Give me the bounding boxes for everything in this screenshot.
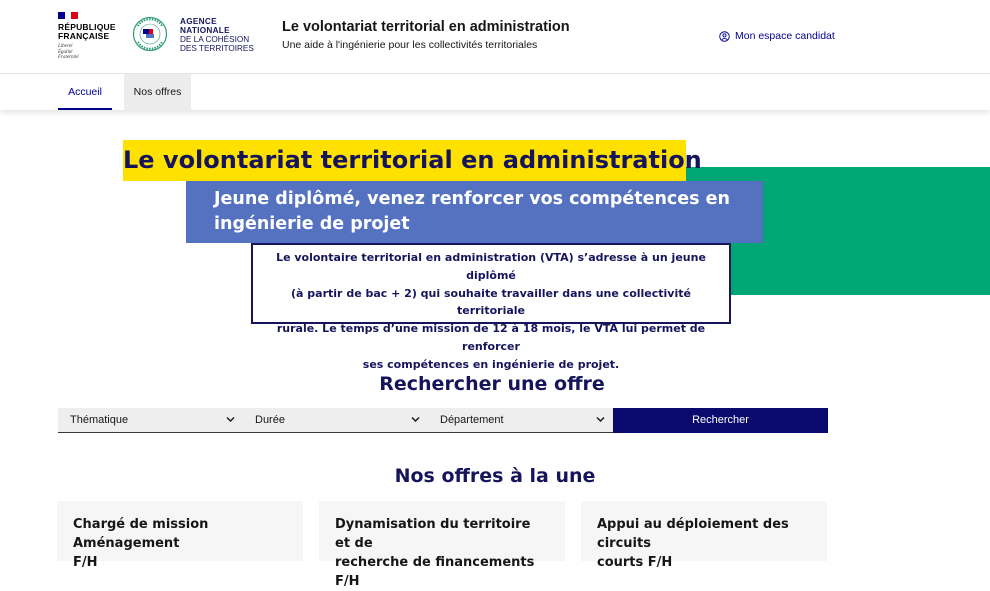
nav-item-nos-offres[interactable]: Nos offres bbox=[124, 74, 191, 110]
search-title: Rechercher une offre bbox=[379, 373, 605, 395]
main-nav: Accueil Nos offres bbox=[0, 73, 990, 110]
offer-card[interactable]: Dynamisation du territoire et de recherc… bbox=[319, 501, 565, 589]
nav-item-accueil[interactable]: Accueil bbox=[58, 74, 112, 110]
chevron-down-icon bbox=[596, 417, 605, 422]
account-link[interactable]: Mon espace candidat bbox=[719, 30, 835, 42]
duration-select[interactable]: Durée bbox=[243, 408, 428, 433]
chevron-down-icon bbox=[226, 417, 235, 422]
chevron-down-icon bbox=[411, 417, 420, 422]
offer-card[interactable]: Appui au déploiement des circuits courts… bbox=[581, 501, 827, 570]
republique-francaise-logo[interactable]: RÉPUBLIQUE FRANÇAISE Liberté Égalité Fra… bbox=[58, 12, 116, 61]
site-header: RÉPUBLIQUE FRANÇAISE Liberté Égalité Fra… bbox=[0, 0, 990, 73]
hero-description: Le volontaire territorial en administrat… bbox=[251, 243, 731, 371]
rf-name: RÉPUBLIQUE FRANÇAISE bbox=[58, 22, 116, 41]
search-button[interactable]: Rechercher bbox=[613, 408, 828, 433]
hero-subtitle: Jeune diplômé, venez renforcer vos compé… bbox=[186, 181, 763, 243]
theme-select[interactable]: Thématique bbox=[58, 408, 243, 433]
site-tagline: Une aide à l'ingénierie pour les collect… bbox=[282, 39, 538, 51]
account-label: Mon espace candidat bbox=[735, 30, 835, 42]
anct-logo-text: AGENCE NATIONALE DE LA COHÉSION DES TERR… bbox=[180, 17, 254, 53]
hero-title: Le volontariat territorial en administra… bbox=[123, 140, 702, 181]
france-relance-logo-icon bbox=[132, 16, 168, 52]
department-select[interactable]: Département bbox=[428, 408, 613, 433]
site-title[interactable]: Le volontariat territorial en administra… bbox=[282, 19, 570, 35]
search-bar: Thématique Durée Département Rechercher bbox=[58, 408, 828, 433]
offer-card[interactable]: Chargé de mission Aménagement F/H bbox=[57, 501, 303, 570]
rf-motto: Liberté Égalité Fraternité bbox=[58, 44, 79, 60]
marianne-flag-icon bbox=[58, 12, 79, 19]
offers-title: Nos offres à la une bbox=[394, 465, 596, 487]
user-circle-icon bbox=[719, 30, 730, 42]
